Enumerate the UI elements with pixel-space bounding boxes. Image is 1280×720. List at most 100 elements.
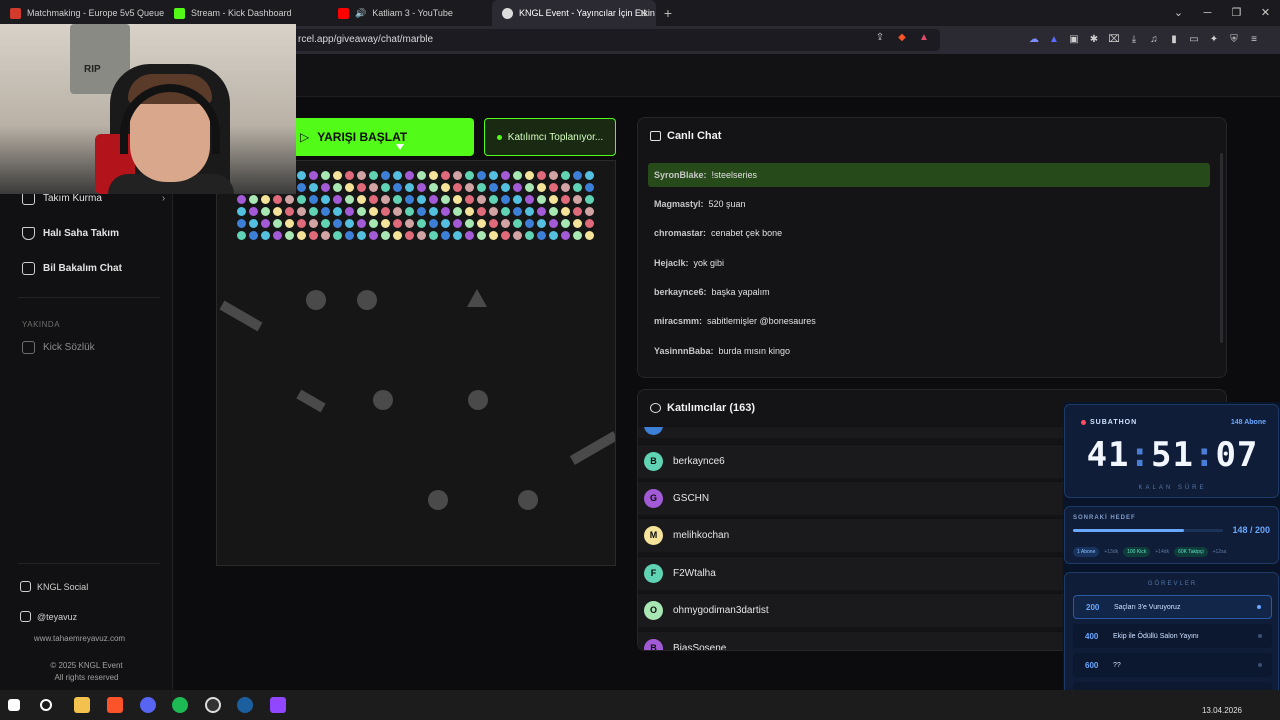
sidebar-item-bil-bakalim[interactable]: Bil Bakalım Chat: [22, 262, 122, 275]
tab-kick-dashboard[interactable]: Stream - Kick Dashboard: [164, 0, 328, 26]
marble: [333, 207, 342, 216]
sidebar-item-hali-saha[interactable]: Halı Saha Takım: [22, 227, 119, 240]
extensions-puzzle-icon[interactable]: ✱: [1088, 34, 1100, 46]
marble: [549, 171, 558, 180]
extension-4-icon[interactable]: ⌧: [1108, 34, 1120, 46]
discord-icon[interactable]: [140, 697, 156, 713]
marble: [369, 183, 378, 192]
marble: [465, 207, 474, 216]
countdown-clock: 41:51:07: [1086, 435, 1259, 475]
marble: [393, 231, 402, 240]
tab-youtube[interactable]: 🔊 Katliam 3 - YouTube: [328, 0, 492, 26]
windows-taskbar: 13.04.2026: [0, 690, 1280, 720]
chat-scrollbar[interactable]: [1220, 153, 1223, 343]
extension-1-icon[interactable]: ☁: [1028, 34, 1040, 46]
marble: [525, 207, 534, 216]
marble: [297, 231, 306, 240]
marble: [237, 195, 246, 204]
marble: [573, 171, 582, 180]
marble: [549, 195, 558, 204]
marble: [453, 219, 462, 228]
browser-tab-bar: Matchmaking - Europe 5v5 Queue - Stream …: [0, 0, 1280, 26]
maximize-button[interactable]: ❐: [1222, 0, 1251, 26]
brave-rewards-icon[interactable]: ▲: [918, 32, 930, 44]
minimize-button[interactable]: ─: [1193, 0, 1222, 26]
marble: [381, 195, 390, 204]
sidebar-toggle-icon[interactable]: ▮: [1168, 34, 1180, 46]
marble: [477, 171, 486, 180]
marble: [537, 219, 546, 228]
extension-2-icon[interactable]: ▲: [1048, 34, 1060, 46]
marble: [309, 183, 318, 192]
media-icon[interactable]: ♫: [1148, 34, 1160, 46]
marble: [417, 207, 426, 216]
obs-icon[interactable]: [205, 697, 221, 713]
marble: [501, 219, 510, 228]
tab-kngl-event[interactable]: KNGL Event - Yayıncılar İçin Etkin ✕: [492, 0, 656, 26]
marble: [309, 195, 318, 204]
close-tab-icon[interactable]: ✕: [639, 7, 648, 20]
chat-message: berkaynce6: başka yapalım: [654, 287, 770, 297]
brave-shield-icon[interactable]: ◆: [896, 32, 908, 44]
marble: [441, 231, 450, 240]
share-icon[interactable]: ⇪: [874, 32, 886, 44]
sidebar-section-label: YAKINDA: [22, 320, 61, 329]
avatar: F: [644, 564, 663, 583]
marble: [333, 219, 342, 228]
marble: [501, 231, 510, 240]
avatar: B: [644, 639, 663, 650]
peg-obstacle: [468, 390, 488, 410]
marble: [249, 195, 258, 204]
footer-social-link[interactable]: KNGL Social: [20, 581, 88, 592]
marble: [561, 219, 570, 228]
leo-icon[interactable]: ✦: [1208, 34, 1220, 46]
brave-browser-icon[interactable]: [107, 697, 123, 713]
bar-obstacle: [296, 389, 326, 413]
marble: [357, 219, 366, 228]
steam-icon[interactable]: [237, 697, 253, 713]
menu-icon[interactable]: ≡: [1248, 34, 1260, 46]
marble: [237, 231, 246, 240]
marble: [573, 195, 582, 204]
file-explorer-icon[interactable]: [74, 697, 90, 713]
marble: [561, 231, 570, 240]
new-tab-button[interactable]: +: [656, 5, 680, 21]
wallet-icon[interactable]: ▭: [1188, 34, 1200, 46]
marble: [453, 183, 462, 192]
chat-message: chromastar: cenabet çek bone: [654, 228, 783, 238]
tasks-title: GÖREVLER: [1147, 581, 1198, 587]
instagram-icon: [20, 611, 31, 622]
marble: [345, 231, 354, 240]
marble: [261, 231, 270, 240]
marble: [453, 195, 462, 204]
url-input[interactable]: rcel.app/giveaway/chat/marble: [290, 29, 940, 51]
tab-list-icon[interactable]: ⌄: [1164, 0, 1193, 26]
tab-matchmaking[interactable]: Matchmaking - Europe 5v5 Queue -: [0, 0, 164, 26]
footer-site[interactable]: www.tahaemreyavuz.com: [0, 634, 166, 643]
marble: [405, 183, 414, 192]
marble: [297, 171, 306, 180]
marble: [417, 219, 426, 228]
marble: [477, 207, 486, 216]
search-icon[interactable]: [40, 699, 52, 711]
marble: [477, 219, 486, 228]
live-dot-icon: [1081, 420, 1086, 425]
marble: [573, 219, 582, 228]
twitch-icon[interactable]: [270, 697, 286, 713]
marble: [345, 207, 354, 216]
marble: [273, 231, 282, 240]
extension-3-icon[interactable]: ▣: [1068, 34, 1080, 46]
spotify-icon[interactable]: [172, 697, 188, 713]
marble: [249, 231, 258, 240]
windows-start-icon[interactable]: [8, 699, 20, 711]
marble: [573, 207, 582, 216]
start-race-button[interactable]: ▷ YARIŞI BAŞLAT: [290, 118, 474, 156]
chat-icon: [22, 262, 35, 275]
marble: [573, 231, 582, 240]
footer-handle-link[interactable]: @teyavuz: [20, 611, 77, 622]
vpn-icon[interactable]: ⛨: [1228, 34, 1240, 46]
peg-obstacle: [357, 290, 377, 310]
download-icon[interactable]: ⤓: [1128, 34, 1140, 46]
marble: [465, 231, 474, 240]
close-window-button[interactable]: ✕: [1251, 0, 1280, 26]
